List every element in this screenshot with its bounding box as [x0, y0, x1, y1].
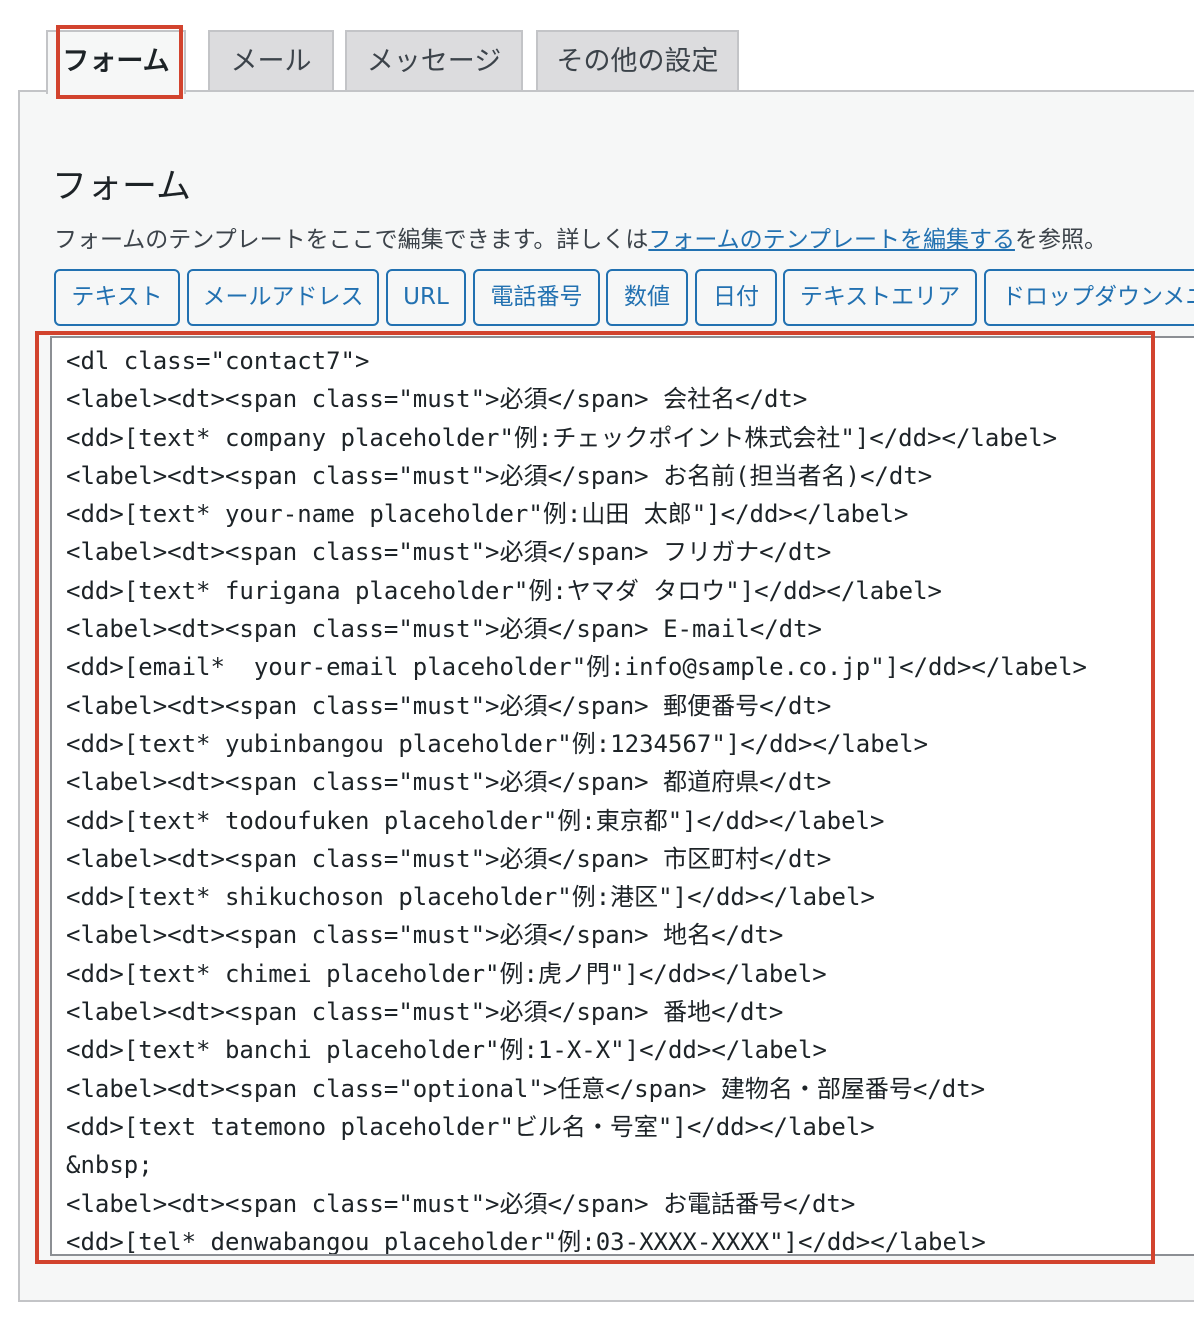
tag-button-dropdown[interactable]: ドロップダウンメニュー: [984, 269, 1194, 326]
code-line: <dd>[text* todoufuken placeholder"例:東京都"…: [66, 806, 885, 835]
code-line: <dd>[text* yubinbangou placeholder"例:123…: [66, 729, 929, 758]
code-line: <dd>[text* banchi placeholder"例:1-X-X"]<…: [66, 1036, 827, 1065]
tag-button-text[interactable]: テキスト: [54, 269, 180, 326]
code-line: <label><dt><span class="optional">任意</sp…: [66, 1074, 986, 1103]
tab-mail[interactable]: メール: [208, 30, 334, 90]
code-line: <label><dt><span class="must">必須</span> …: [66, 615, 823, 644]
tag-button-number[interactable]: 数値: [606, 269, 688, 326]
edit-template-link[interactable]: フォームのテンプレートを編集する: [648, 227, 1015, 253]
description-suffix: を参照。: [1014, 227, 1107, 253]
code-line: <label><dt><span class="must">必須</span> …: [66, 844, 832, 873]
code-line: <label><dt><span class="must">必須</span> …: [66, 998, 784, 1027]
code-line: <label><dt><span class="must">必須</span> …: [66, 461, 933, 490]
code-line: <dd>[tel* denwabangou placeholder"例:03-X…: [66, 1227, 986, 1256]
code-line: <dd>[text* chimei placeholder"例:虎ノ門"]</d…: [66, 959, 827, 988]
code-line: <label><dt><span class="must">必須</span> …: [66, 921, 784, 950]
code-line: <dd>[text* your-name placeholder"例:山田 太郎…: [66, 500, 909, 529]
code-line: <label><dt><span class="must">必須</span> …: [66, 385, 808, 414]
code-line: <label><dt><span class="must">必須</span> …: [66, 768, 832, 797]
tag-button-email[interactable]: メールアドレス: [187, 269, 379, 326]
section-title: フォーム: [52, 167, 191, 207]
code-line: <label><dt><span class="must">必須</span> …: [66, 538, 832, 567]
code-line: <dd>[text* company placeholder"例:チェックポイン…: [66, 423, 1058, 452]
tag-button-url[interactable]: URL: [386, 269, 466, 326]
code-line: <dd>[text* furigana placeholder"例:ヤマダ タロ…: [66, 576, 943, 605]
code-line: <dd>[email* your-email placeholder"例:inf…: [66, 653, 1087, 682]
code-line: <label><dt><span class="must">必須</span> …: [66, 1189, 856, 1218]
tag-button-textarea[interactable]: テキストエリア: [783, 269, 977, 326]
tag-button-tel[interactable]: 電話番号: [473, 269, 600, 326]
tab-messages[interactable]: メッセージ: [345, 30, 523, 90]
section-description: フォームのテンプレートをここで編集できます。詳しくはフォームのテンプレートを編集…: [54, 220, 1107, 254]
code-line: <dd>[text tatemono placeholder"ビル名・号室"]<…: [66, 1112, 875, 1141]
code-line: <label><dt><span class="must">必須</span> …: [66, 691, 832, 720]
description-prefix: フォームのテンプレートをここで編集できます。詳しくは: [54, 227, 649, 253]
code-line: <dd>[text* shikuchoson placeholder"例:港区"…: [66, 883, 875, 912]
tag-button-date[interactable]: 日付: [695, 269, 777, 326]
tab-form[interactable]: フォーム: [46, 30, 186, 94]
template-code: <dl class="contact7"> <label><dt><span cl…: [66, 342, 1087, 1256]
code-line: &nbsp;: [66, 1151, 153, 1180]
contact-form-editor: フォーム メール メッセージ その他の設定 フォーム フォームのテンプレートをこ…: [0, 0, 1194, 1320]
tab-other-settings[interactable]: その他の設定: [536, 30, 739, 90]
form-template-textarea[interactable]: <dl class="contact7"> <label><dt><span cl…: [50, 336, 1194, 1256]
code-line: <dl class="contact7">: [66, 347, 370, 375]
